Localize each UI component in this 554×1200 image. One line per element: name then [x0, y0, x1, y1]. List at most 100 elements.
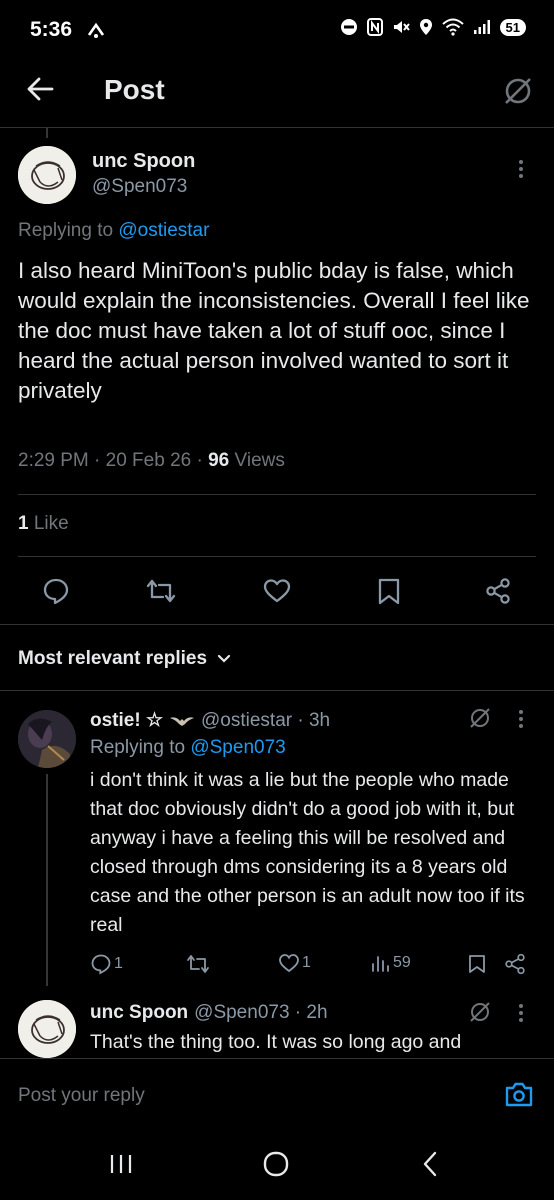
back-button[interactable] [26, 76, 54, 102]
more-vertical-icon [519, 1004, 523, 1022]
heart-icon [263, 579, 291, 603]
arrow-left-icon [27, 77, 54, 101]
reply-handle-time[interactable]: @Spen073 · 2h [194, 1002, 327, 1024]
repost-icon [146, 579, 176, 603]
reply-header: ostie! ☆ @ostiestar · 3h [90, 709, 330, 732]
actions-divider [0, 624, 554, 625]
grok-icon [505, 78, 531, 104]
camera-button[interactable] [504, 1080, 534, 1108]
comment-icon [43, 578, 69, 605]
likes-label: Like [33, 513, 69, 534]
views-count: 96 [208, 450, 230, 471]
share-icon [505, 953, 525, 975]
reply-text: That's the thing too. It was so long ago… [90, 1031, 462, 1053]
reply-author-name[interactable]: unc Spoon [90, 1002, 188, 1024]
avatar-drawing-icon [18, 1000, 76, 1058]
reply-handle-time[interactable]: @ostiestar · 3h [201, 710, 330, 732]
dnd-icon [340, 18, 358, 36]
reply-view-count: 59 [393, 954, 411, 971]
bookmark-icon [469, 955, 485, 973]
reply-button[interactable] [42, 577, 70, 605]
reply-more-button[interactable] [516, 708, 526, 730]
header-divider [0, 127, 554, 128]
reply-like-button[interactable]: 1 [278, 953, 311, 973]
post-timestamp: 2:29 PM · 20 Feb 26 · [18, 450, 203, 471]
battery-indicator: 51 [499, 18, 526, 36]
reply-input[interactable]: Post your reply [18, 1085, 145, 1107]
likes-count: 1 [18, 513, 29, 534]
replying-to-label: Replying to [18, 220, 114, 241]
reply-bookmark-button[interactable] [468, 954, 486, 974]
reply-views-button[interactable]: 59 [370, 953, 411, 973]
reply-grok-button[interactable] [468, 706, 492, 730]
replies-sort-dropdown[interactable]: Most relevant replies [18, 648, 231, 670]
repost-icon [187, 955, 209, 973]
grok-button[interactable] [502, 75, 534, 107]
reply-text: i don't think it was a lie but the peopl… [90, 769, 525, 936]
post-text: I also heard MiniToon's public bday is f… [18, 258, 530, 403]
analytics-icon [372, 956, 389, 972]
wifi-icon [441, 18, 464, 36]
bird-emoji-icon [170, 716, 194, 726]
reply-avatar[interactable] [18, 1000, 76, 1058]
sort-divider [0, 690, 554, 691]
more-options-button[interactable] [516, 158, 526, 180]
replying-to: Replying to @ostiestar [18, 220, 209, 242]
status-time: 5:36 [30, 18, 73, 41]
reply-avatar[interactable] [18, 710, 76, 768]
nfc-icon [366, 18, 383, 36]
reply-author-name[interactable]: ostie! ☆ [90, 709, 163, 732]
mute-icon [392, 18, 410, 36]
reply-replying-to: Replying to @Spen073 [90, 737, 286, 759]
reply-share-button[interactable] [504, 953, 526, 975]
home-circle-icon [263, 1151, 289, 1177]
system-back-button[interactable] [420, 1150, 440, 1178]
more-vertical-icon [519, 160, 523, 178]
avatar[interactable] [18, 146, 76, 204]
signal-icon [473, 19, 491, 35]
author-handle[interactable]: @Spen073 [92, 176, 187, 198]
reply-repost-button[interactable] [186, 953, 210, 975]
recent-apps-button[interactable] [108, 1152, 134, 1176]
reply-header: unc Spoon @Spen073 · 2h [90, 1002, 328, 1024]
chevron-left-icon [423, 1151, 437, 1177]
thread-line-top [46, 128, 48, 138]
comment-icon [91, 954, 111, 975]
grok-icon [470, 708, 490, 728]
page-title: Post [104, 74, 165, 105]
bookmark-button[interactable] [377, 577, 401, 605]
repost-button[interactable] [146, 577, 176, 605]
notification-icon [86, 21, 106, 39]
heart-icon [279, 954, 299, 973]
reply-replying-to-label: Replying to [90, 737, 186, 758]
thread-line [46, 774, 48, 986]
share-button[interactable] [484, 577, 512, 605]
reply-replying-to-handle[interactable]: @Spen073 [190, 737, 285, 758]
chevron-down-icon [217, 654, 231, 663]
share-icon [486, 578, 510, 604]
stats-divider [18, 556, 536, 557]
reply-count: 1 [114, 955, 123, 972]
recent-apps-icon [110, 1155, 132, 1173]
meta-divider [18, 494, 536, 495]
author-name[interactable]: unc Spoon [92, 150, 195, 173]
avatar-drawing-icon [18, 146, 76, 204]
status-icons: 51 [340, 18, 526, 36]
avatar-art-icon [18, 710, 76, 768]
more-vertical-icon [519, 710, 523, 728]
camera-icon [505, 1082, 533, 1107]
reply-more-button[interactable] [516, 1002, 526, 1024]
reply-like-count: 1 [302, 954, 311, 971]
post-meta: 2:29 PM · 20 Feb 26 · 96 Views [18, 450, 285, 472]
like-button[interactable] [263, 578, 291, 604]
grok-icon [470, 1002, 490, 1022]
reply-grok-button[interactable] [468, 1000, 492, 1024]
reply-comment-button[interactable]: 1 [90, 953, 123, 975]
location-icon [419, 18, 433, 36]
home-button[interactable] [262, 1150, 290, 1178]
likes-summary[interactable]: 1 Like [18, 513, 69, 535]
views-label: Views [234, 450, 285, 471]
bookmark-icon [378, 578, 400, 605]
replying-to-handle[interactable]: @ostiestar [118, 220, 209, 241]
replies-sort-label: Most relevant replies [18, 648, 208, 669]
